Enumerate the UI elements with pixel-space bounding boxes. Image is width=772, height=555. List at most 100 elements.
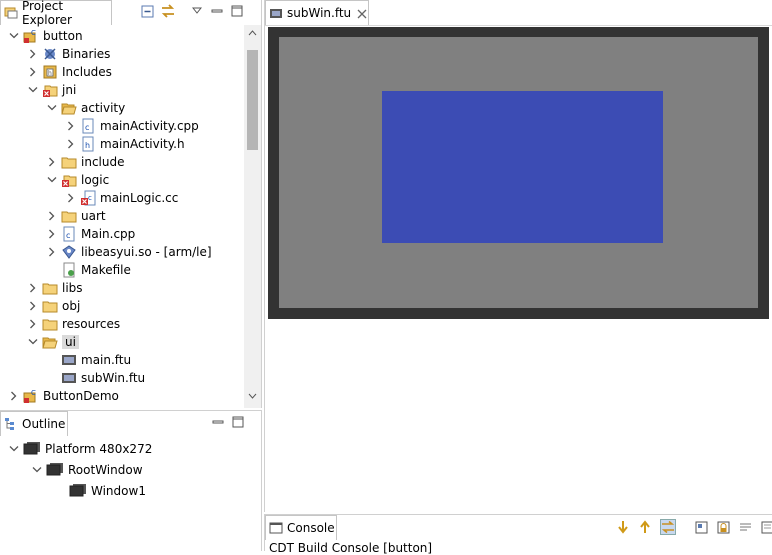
tab-subwin-ftu[interactable]: subWin.ftu [265, 0, 369, 25]
chevron-right-icon[interactable] [8, 390, 20, 402]
tree-item[interactable]: C ButtonDemo [8, 387, 119, 405]
outline-tree: Platform 480x272 RootWindow Window1 [0, 436, 261, 551]
outline-item[interactable]: Platform 480x272 [8, 440, 152, 458]
shared-lib-icon [61, 244, 77, 260]
minimize-icon[interactable] [210, 4, 224, 18]
tab-outline[interactable]: Outline [0, 411, 68, 436]
tree-item[interactable]: subWin.ftu [46, 369, 145, 387]
tree-item[interactable]: Binaries [27, 45, 110, 63]
design-frame [268, 27, 769, 319]
tree-item[interactable]: Cbutton [8, 27, 83, 45]
tree-item[interactable]: activity [46, 99, 125, 117]
tree-item[interactable]: obj [27, 297, 80, 315]
folder-open-icon [42, 334, 58, 350]
chevron-down-icon[interactable] [27, 336, 39, 348]
tree-item[interactable]: cmainLogic.cc [65, 189, 178, 207]
chevron-right-icon[interactable] [46, 156, 58, 168]
editor-tabbar: subWin.ftu [265, 0, 772, 26]
design-canvas[interactable] [279, 37, 758, 308]
project-tree-scrollbar[interactable] [244, 25, 261, 408]
tree-item[interactable]: ui [27, 333, 79, 351]
chevron-right-icon[interactable] [65, 138, 77, 150]
chevron-right-icon[interactable] [27, 282, 39, 294]
console-icon [269, 521, 283, 535]
chevron-right-icon[interactable] [27, 66, 39, 78]
svg-text:c: c [85, 123, 89, 132]
word-wrap-icon[interactable] [738, 520, 752, 534]
tree-item-label: include [81, 155, 124, 169]
arrow-down-icon[interactable] [616, 520, 630, 534]
chevron-right-icon[interactable] [27, 300, 39, 312]
chevron-right-icon[interactable] [65, 192, 77, 204]
tree-item-label: Main.cpp [81, 227, 135, 241]
link-with-editor-icon[interactable] [160, 4, 174, 18]
project-explorer-icon [4, 6, 18, 20]
chevron-down-icon[interactable] [8, 443, 20, 455]
chevron-right-icon[interactable] [65, 120, 77, 132]
scroll-lock-icon[interactable] [716, 520, 730, 534]
folder-icon [61, 154, 77, 170]
link-console-icon[interactable] [660, 519, 676, 535]
chevron-down-icon[interactable] [8, 30, 20, 42]
tree-item-label: resources [62, 317, 120, 331]
window-icon [23, 441, 41, 457]
tree-item-label: Includes [62, 65, 112, 79]
outline-minimize-icon[interactable] [211, 415, 225, 429]
tree-item[interactable]: hmainActivity.h [65, 135, 185, 153]
outline-item[interactable]: RootWindow [31, 461, 143, 479]
project-explorer-panel: Project Explorer Cbutton Binaries hInclude… [0, 0, 262, 408]
tab-outline-label: Outline [22, 417, 65, 431]
window1-widget[interactable] [382, 91, 663, 243]
chevron-right-icon[interactable] [27, 318, 39, 330]
tree-item[interactable]: include [46, 153, 124, 171]
chevron-right-icon[interactable] [27, 48, 39, 60]
scroll-up-icon[interactable] [248, 29, 257, 39]
chevron-down-icon[interactable] [31, 464, 43, 476]
tree-item[interactable]: logic [46, 171, 109, 189]
cpp-file-icon: c [61, 226, 77, 242]
scroll-down-icon[interactable] [248, 388, 257, 402]
folder-icon [42, 280, 58, 296]
tree-item[interactable]: resources [27, 315, 120, 333]
outline-maximize-icon[interactable] [231, 415, 245, 429]
tree-item[interactable]: main.ftu [46, 351, 131, 369]
tree-item[interactable]: Makefile [46, 261, 131, 279]
chevron-down-icon[interactable] [27, 84, 39, 96]
c-project-icon: C [23, 388, 39, 404]
no-chevron [46, 372, 58, 384]
tree-item-label: Makefile [81, 263, 131, 277]
tree-item-label: subWin.ftu [81, 371, 145, 385]
chevron-right-icon[interactable] [46, 228, 58, 240]
chevron-down-icon[interactable] [46, 102, 58, 114]
clear-console-icon[interactable] [760, 520, 772, 534]
chevron-down-icon[interactable] [46, 174, 58, 186]
tree-item[interactable]: uart [46, 207, 106, 225]
chevron-right-icon[interactable] [46, 246, 58, 258]
tree-item-label: button [43, 29, 83, 43]
view-menu-icon[interactable] [190, 4, 204, 18]
tab-console[interactable]: Console [265, 515, 337, 540]
arrow-up-icon[interactable] [638, 520, 652, 534]
maximize-icon[interactable] [230, 4, 244, 18]
outline-item[interactable]: Window1 [54, 482, 146, 500]
no-chevron [54, 485, 66, 497]
ftu-file-icon [61, 370, 77, 386]
chevron-right-icon[interactable] [46, 210, 58, 222]
tree-item[interactable]: c Main.cpp [46, 225, 135, 243]
tab-project-explorer[interactable]: Project Explorer [0, 0, 112, 25]
tree-item[interactable]: libeasyui.so - [arm/le] [46, 243, 212, 261]
collapse-all-icon[interactable] [140, 4, 154, 18]
tree-item[interactable]: jni [27, 81, 76, 99]
tree-item[interactable]: cmainActivity.cpp [65, 117, 199, 135]
pin-console-icon[interactable] [694, 520, 708, 534]
tree-item[interactable]: libs [27, 279, 83, 297]
tree-item-label: Binaries [62, 47, 110, 61]
tree-item[interactable]: hIncludes [27, 63, 112, 81]
folder-error-icon [42, 82, 58, 98]
project-tree-scroll-thumb[interactable] [247, 50, 258, 150]
tree-item-label: uart [81, 209, 106, 223]
tree-item-label: ButtonDemo [43, 389, 119, 403]
tree-item-label: libs [62, 281, 83, 295]
no-chevron [46, 354, 58, 366]
close-icon[interactable] [357, 8, 367, 18]
